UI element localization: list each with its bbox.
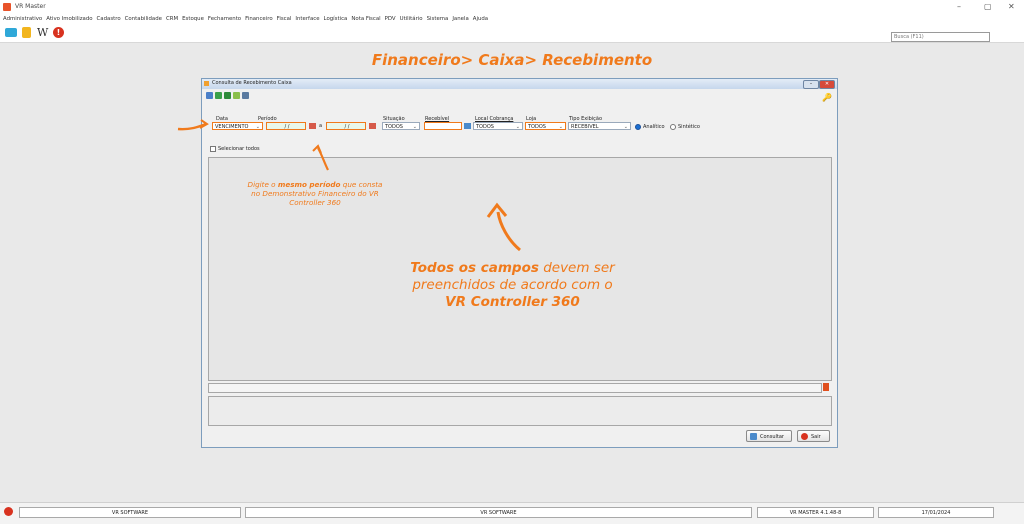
status-company-left: VR SOFTWARE — [19, 507, 241, 518]
fields-note-bold: Todos os campos — [410, 260, 539, 276]
fields-note-text: devem ser — [543, 260, 615, 276]
fields-note-text: preenchidos de acordo com o — [412, 277, 613, 293]
fields-note: Todos os campos devem ser preenchidos de… — [370, 260, 655, 311]
status-version: VR MASTER 4.1.48-8 — [757, 507, 874, 518]
fields-note-bold: VR Controller 360 — [445, 294, 580, 310]
status-company-center: VR SOFTWARE — [245, 507, 752, 518]
period-note: Digite o mesmo período que consta no Dem… — [215, 180, 415, 207]
status-icon — [4, 507, 13, 516]
period-note-text: no Demonstrativo Financeiro do VR — [251, 189, 379, 198]
arrowhead-periodo — [312, 144, 322, 154]
period-note-bold: mesmo período — [277, 180, 341, 189]
period-note-text: que consta — [342, 180, 383, 189]
arrow-to-form — [496, 211, 521, 252]
period-note-text: Controller 360 — [289, 198, 341, 207]
status-date: 17/01/2024 — [878, 507, 994, 518]
arrowhead-form — [486, 202, 508, 218]
period-note-text: Digite o — [247, 180, 276, 189]
